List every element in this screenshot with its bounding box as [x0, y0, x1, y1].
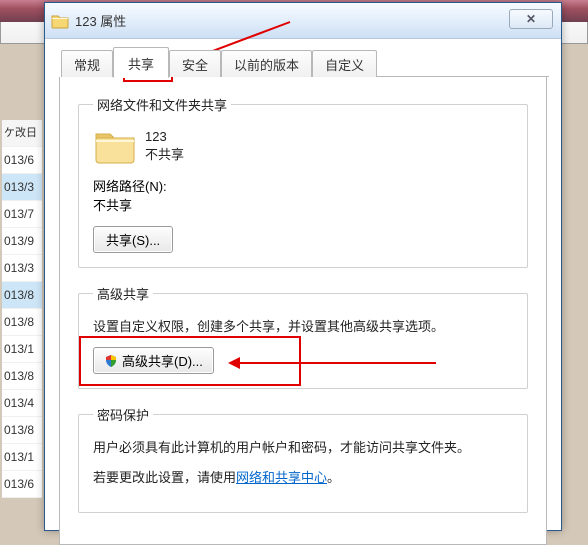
tab-security[interactable]: 安全 — [169, 50, 221, 77]
shield-icon — [104, 354, 118, 368]
network-path-value: 不共享 — [93, 195, 513, 214]
bg-row: 013/9 — [2, 228, 42, 255]
bg-row: 013/8 — [2, 309, 42, 336]
background-file-list: ケ改日 013/6 013/3 013/7 013/9 013/3 013/8 … — [2, 120, 42, 498]
group-legend: 高级共享 — [93, 284, 153, 303]
close-icon: ✕ — [526, 12, 536, 26]
share-button[interactable]: 共享(S)... — [93, 226, 173, 253]
bg-row: 013/8 — [2, 363, 42, 390]
password-desc: 用户必须具有此计算机的用户帐户和密码，才能访问共享文件夹。 — [93, 438, 513, 458]
tab-custom[interactable]: 自定义 — [312, 50, 377, 77]
bg-row: 013/7 — [2, 201, 42, 228]
folder-icon — [51, 13, 69, 29]
tab-general[interactable]: 常规 — [61, 50, 113, 77]
window-title: 123 属性 — [75, 11, 126, 30]
tab-previous-versions[interactable]: 以前的版本 — [221, 50, 312, 77]
bg-row: 013/8 — [2, 417, 42, 444]
properties-dialog: 123 属性 ✕ 常规 共享 安全 以前的版本 自定义 网络文件和文件夹共享 — [44, 2, 562, 531]
group-legend: 网络文件和文件夹共享 — [93, 95, 231, 114]
bg-row: 013/8 — [2, 282, 42, 309]
bg-row: 013/4 — [2, 390, 42, 417]
network-sharing-group: 网络文件和文件夹共享 123 不共享 网络路径(N): 不共享 共享(S)... — [78, 95, 528, 268]
password-protect-group: 密码保护 用户必须具有此计算机的用户帐户和密码，才能访问共享文件夹。 若要更改此… — [78, 405, 528, 513]
share-status: 不共享 — [145, 146, 184, 164]
bg-row: 013/3 — [2, 174, 42, 201]
tab-share[interactable]: 共享 — [113, 47, 169, 78]
group-legend: 密码保护 — [93, 405, 153, 424]
titlebar[interactable]: 123 属性 ✕ — [45, 3, 561, 39]
folder-name: 123 — [145, 128, 184, 146]
advanced-sharing-group: 高级共享 设置自定义权限，创建多个共享，并设置其他高级共享选项。 高级共享(D)… — [78, 284, 528, 389]
bg-row: 013/1 — [2, 336, 42, 363]
network-sharing-center-link[interactable]: 网络和共享中心 — [236, 470, 327, 485]
advanced-desc: 设置自定义权限，创建多个共享，并设置其他高级共享选项。 — [93, 317, 513, 337]
advanced-sharing-button[interactable]: 高级共享(D)... — [93, 347, 214, 374]
network-path-label: 网络路径(N): — [93, 176, 513, 195]
bg-row: 013/1 — [2, 444, 42, 471]
folder-large-icon — [93, 126, 137, 166]
bg-row: 013/3 — [2, 255, 42, 282]
bg-row: 013/6 — [2, 471, 42, 498]
bg-row: 013/6 — [2, 147, 42, 174]
tab-strip: 常规 共享 安全 以前的版本 自定义 — [59, 51, 547, 77]
share-tab-panel: 网络文件和文件夹共享 123 不共享 网络路径(N): 不共享 共享(S)... — [59, 77, 547, 545]
password-change-line: 若要更改此设置，请使用网络和共享中心。 — [93, 468, 513, 488]
advanced-sharing-label: 高级共享(D)... — [122, 351, 203, 370]
close-button[interactable]: ✕ — [509, 9, 553, 29]
